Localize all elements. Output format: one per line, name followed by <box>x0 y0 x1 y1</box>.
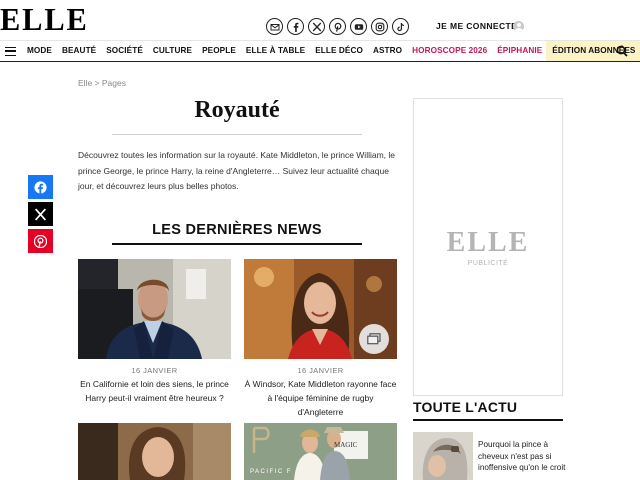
gallery-icon <box>359 324 389 354</box>
actu-divider <box>413 419 563 421</box>
article-image-kate-2[interactable] <box>78 423 231 480</box>
nav-item-beaute[interactable]: BEAUTÉ <box>62 41 96 61</box>
actu-item-image[interactable] <box>413 432 473 480</box>
news-section-divider <box>112 243 362 245</box>
page-intro: Découvrez toutes les information sur la … <box>78 150 396 191</box>
nav-item-horoscope-2026[interactable]: HOROSCOPE 2026 <box>412 41 487 61</box>
article-image-harry[interactable] <box>78 259 231 359</box>
elle-logo[interactable]: ELLE <box>0 3 89 35</box>
pinterest-icon[interactable] <box>329 18 346 35</box>
breadcrumb[interactable]: Elle > Pages <box>78 78 126 88</box>
article-date: 16 JANVIER <box>131 366 178 375</box>
nav-item-culture[interactable]: CULTURE <box>153 41 192 61</box>
article-image-event[interactable]: PACIFIC F MAGIC <box>244 423 397 480</box>
actu-heading: TOUTE L'ACTU <box>413 399 518 415</box>
newsletter-icon[interactable] <box>266 18 283 35</box>
news-section-heading: LES DERNIÈRES NEWS <box>152 222 322 238</box>
pinterest-icon <box>34 234 47 248</box>
facebook-icon <box>34 180 47 194</box>
tiktok-icon[interactable] <box>392 18 409 35</box>
nav-item-mode[interactable]: MODE <box>27 41 52 61</box>
user-icon[interactable] <box>513 21 524 32</box>
article-title[interactable]: À Windsor, Kate Middleton rayonne face à… <box>244 377 397 419</box>
youtube-icon[interactable] <box>350 18 367 35</box>
page-title: Royauté <box>194 97 280 123</box>
nav-item-elle-a-table[interactable]: ELLE À TABLE <box>246 41 305 61</box>
share-facebook-button[interactable] <box>28 175 53 199</box>
x-icon[interactable] <box>308 18 325 35</box>
nav-items: MODE BEAUTÉ SOCIÉTÉ CULTURE PEOPLE ELLE … <box>27 41 640 61</box>
share-pinterest-button[interactable] <box>28 229 53 253</box>
instagram-icon[interactable] <box>371 18 388 35</box>
share-x-button[interactable] <box>28 202 53 226</box>
nav-item-societe[interactable]: SOCIÉTÉ <box>106 41 143 61</box>
login-link[interactable]: JE ME CONNECTE <box>436 21 517 31</box>
social-links <box>266 18 409 35</box>
search-icon[interactable] <box>616 45 628 57</box>
actu-item-title[interactable]: Pourquoi la pince à cheveux n'est pas si… <box>478 439 568 474</box>
ad-label: PUBLICITÉ <box>467 260 509 267</box>
nav-item-astro[interactable]: ASTRO <box>373 41 402 61</box>
article-title[interactable]: En Californie et loin des siens, le prin… <box>78 377 231 405</box>
nav-item-epiphanie[interactable]: ÉPIPHANIE <box>497 41 542 61</box>
nav-item-elle-deco[interactable]: ELLE DÉCO <box>315 41 363 61</box>
title-divider <box>112 134 362 135</box>
article-date: 16 JANVIER <box>297 366 344 375</box>
top-header: ELLE JE ME CONNECTE <box>0 0 640 40</box>
photo-sign-text-2: MAGIC <box>334 441 358 449</box>
facebook-icon[interactable] <box>287 18 304 35</box>
ad-elle-logo: ELLE <box>446 227 530 258</box>
x-icon <box>34 208 47 220</box>
ad-slot[interactable]: ELLE PUBLICITÉ <box>413 98 563 396</box>
main-nav: MODE BEAUTÉ SOCIÉTÉ CULTURE PEOPLE ELLE … <box>0 40 640 62</box>
article-image-kate[interactable] <box>244 259 397 359</box>
menu-icon[interactable] <box>5 47 16 56</box>
photo-sign-text: PACIFIC F <box>250 469 293 475</box>
nav-item-people[interactable]: PEOPLE <box>202 41 236 61</box>
